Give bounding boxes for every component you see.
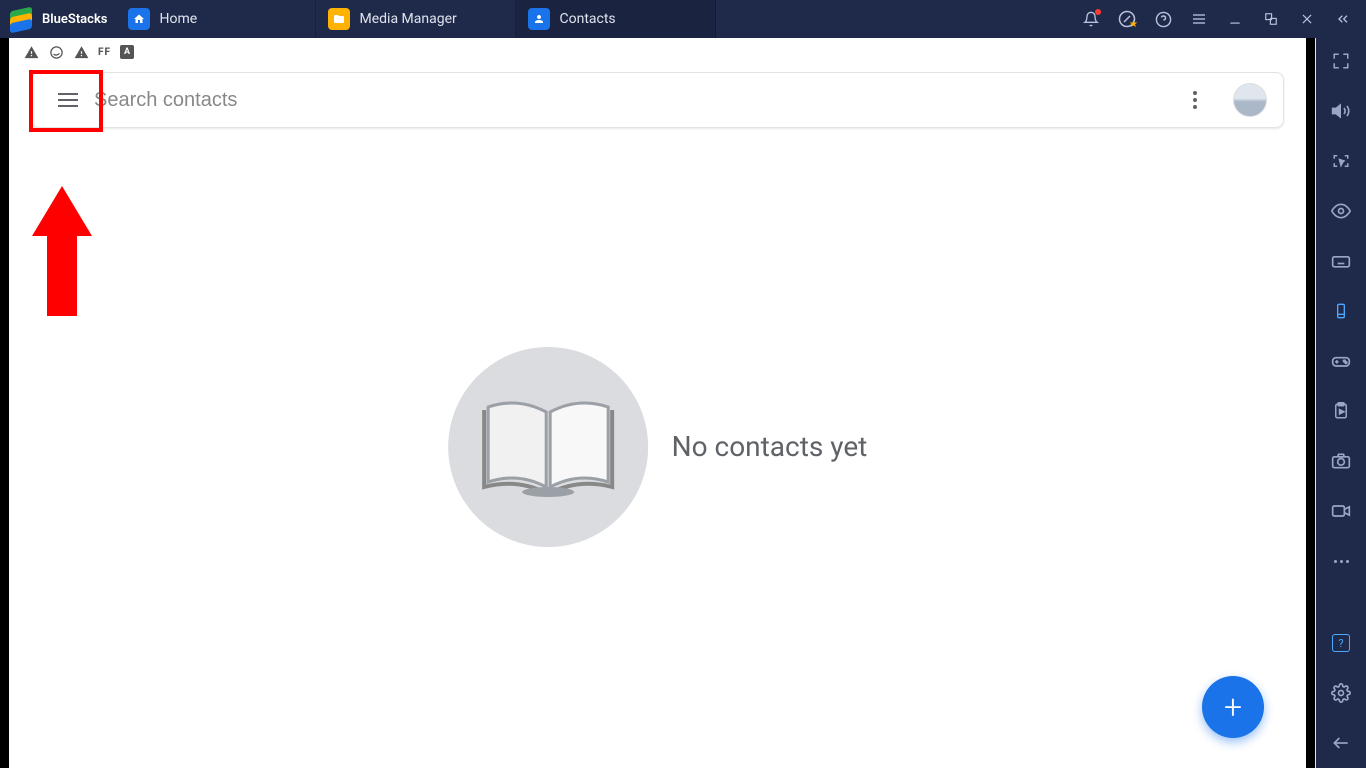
compass-icon[interactable]: ★ <box>1118 10 1136 28</box>
plus-icon: + <box>1224 691 1242 723</box>
tab-home-label: Home <box>160 11 198 27</box>
chevron-left-double-icon[interactable] <box>1334 10 1352 28</box>
phone-rotate-icon[interactable] <box>1330 300 1352 322</box>
person-icon <box>528 8 550 30</box>
folder-icon <box>328 8 350 30</box>
tab-media-manager[interactable]: Media Manager <box>316 0 516 38</box>
tab-media-label: Media Manager <box>360 11 457 27</box>
clipboard-play-icon[interactable] <box>1330 400 1352 422</box>
guide-icon[interactable]: ? <box>1330 632 1352 654</box>
ff-indicator: FF <box>98 47 111 58</box>
maximize-icon[interactable] <box>1262 10 1280 28</box>
cursor-target-icon[interactable] <box>1330 150 1352 172</box>
whatsapp-icon <box>48 44 64 60</box>
tab-home[interactable]: Home <box>116 0 316 38</box>
record-icon[interactable] <box>1330 500 1352 522</box>
app-content: FF A <box>0 38 1316 768</box>
avatar[interactable] <box>1233 83 1267 117</box>
app-logo-area: BlueStacks <box>0 7 116 31</box>
annotation-arrow <box>32 186 92 316</box>
warning-icon <box>23 44 39 60</box>
tab-strip: Home Media Manager Contacts <box>116 0 716 38</box>
tab-contacts-label: Contacts <box>560 11 616 27</box>
bluestacks-logo-icon <box>10 7 34 31</box>
more-options-icon[interactable] <box>1183 91 1207 109</box>
empty-state: No contacts yet <box>448 347 868 547</box>
a-indicator: A <box>120 45 134 59</box>
fullscreen-icon[interactable] <box>1330 50 1352 72</box>
more-icon[interactable] <box>1330 550 1352 572</box>
keyboard-icon[interactable] <box>1330 250 1352 272</box>
titlebar-controls: ★ <box>1082 0 1366 38</box>
bell-icon[interactable] <box>1082 10 1100 28</box>
gamepad-icon[interactable] <box>1330 350 1352 372</box>
tab-contacts[interactable]: Contacts <box>516 0 716 38</box>
settings-icon[interactable] <box>1330 682 1352 704</box>
main-area: FF A <box>0 38 1366 768</box>
search-input[interactable] <box>94 89 1177 112</box>
home-icon <box>128 8 150 30</box>
hamburger-menu-icon[interactable] <box>48 80 88 120</box>
minimize-icon[interactable] <box>1226 10 1244 28</box>
camera-icon[interactable] <box>1330 450 1352 472</box>
searchbar <box>31 72 1284 128</box>
close-icon[interactable] <box>1298 10 1316 28</box>
searchbar-container <box>9 66 1306 128</box>
titlebar: BlueStacks Home Media Manager Contacts <box>0 0 1366 38</box>
menu-icon[interactable] <box>1190 10 1208 28</box>
book-icon <box>448 347 648 547</box>
bluestacks-sidebar: ? <box>1316 38 1366 768</box>
add-contact-button[interactable]: + <box>1202 676 1264 738</box>
empty-state-message: No contacts yet <box>672 430 868 463</box>
warning-icon-2 <box>73 44 89 60</box>
help-icon[interactable] <box>1154 10 1172 28</box>
eye-icon[interactable] <box>1330 200 1352 222</box>
app-title: BlueStacks <box>42 12 108 27</box>
android-status-bar: FF A <box>9 38 1306 66</box>
back-icon[interactable] <box>1330 732 1352 754</box>
volume-icon[interactable] <box>1330 100 1352 122</box>
